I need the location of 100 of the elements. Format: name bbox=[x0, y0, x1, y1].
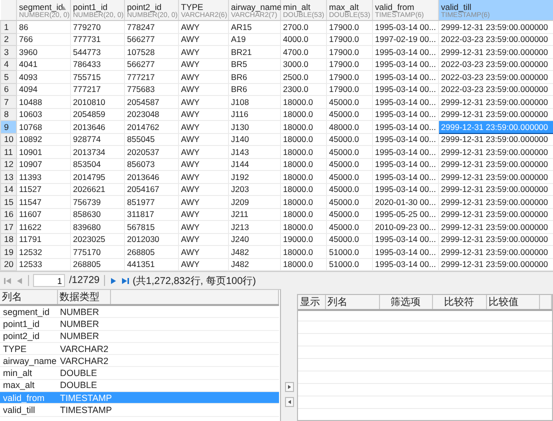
column-name[interactable]: point2_id bbox=[0, 330, 57, 342]
table-cell: J209 bbox=[228, 196, 280, 208]
table-cell: AR15 bbox=[228, 20, 280, 33]
table-cell: 18000.0 bbox=[280, 146, 326, 158]
row-number[interactable]: 3 bbox=[0, 46, 16, 58]
column-name[interactable]: point1_id bbox=[0, 318, 57, 330]
column-name[interactable]: TYPE bbox=[0, 342, 57, 355]
page-field[interactable]: 1 bbox=[33, 274, 65, 287]
table-cell: 2999-12-31 23:59:00.000000 bbox=[438, 120, 553, 133]
table-cell: 2999-12-31 23:59:00.000000 bbox=[438, 183, 553, 196]
remove-filter-button[interactable] bbox=[284, 397, 294, 407]
column-header[interactable]: 比较符 bbox=[432, 295, 486, 310]
column-header[interactable]: 数据类型 bbox=[57, 290, 110, 305]
row-number[interactable]: 15 bbox=[0, 196, 16, 208]
table-cell: 45000.0 bbox=[326, 183, 372, 196]
table-cell: 45000.0 bbox=[326, 108, 372, 120]
column-name[interactable]: airway_name bbox=[0, 354, 57, 367]
column-type[interactable]: DOUBLE bbox=[57, 366, 110, 380]
column-type[interactable]: NUMBER bbox=[57, 305, 110, 318]
row-number[interactable]: 2 bbox=[0, 33, 16, 46]
table-cell: 851977 bbox=[124, 196, 178, 208]
table-cell: 4700.0 bbox=[280, 46, 326, 58]
table-cell: J482 bbox=[228, 246, 280, 258]
row-number[interactable]: 9 bbox=[0, 120, 16, 133]
column-type[interactable]: TIMESTAMP bbox=[57, 404, 110, 416]
table-cell: 11547 bbox=[16, 196, 70, 208]
table-cell: 1997-02-19 00... bbox=[372, 33, 438, 46]
table-cell: 858630 bbox=[70, 208, 124, 220]
table-cell: 19000.0 bbox=[280, 233, 326, 246]
row-number[interactable]: 14 bbox=[0, 183, 16, 196]
table-cell: 45000.0 bbox=[326, 208, 372, 220]
table-cell: 1995-03-14 00... bbox=[372, 83, 438, 96]
column-name[interactable]: valid_till bbox=[0, 404, 57, 416]
table-cell: 1995-03-14 00... bbox=[372, 20, 438, 33]
table-cell: 12532 bbox=[16, 246, 70, 258]
column-type[interactable]: NUMBER bbox=[57, 330, 110, 342]
table-cell: 4093 bbox=[16, 70, 70, 83]
table-cell: 268805 bbox=[70, 258, 124, 270]
table-cell: 1995-03-14 00... bbox=[372, 146, 438, 158]
table-cell: 17900.0 bbox=[326, 46, 372, 58]
table-cell: 45000.0 bbox=[326, 158, 372, 170]
column-header[interactable]: 筛选项 bbox=[379, 295, 432, 310]
row-number[interactable]: 1 bbox=[0, 20, 16, 33]
table-cell: 311817 bbox=[124, 208, 178, 220]
table-cell: 2013734 bbox=[70, 146, 124, 158]
row-number[interactable]: 18 bbox=[0, 233, 16, 246]
table-cell: 2300.0 bbox=[280, 83, 326, 96]
column-header[interactable]: 显示 bbox=[298, 295, 325, 310]
table-cell: 856073 bbox=[124, 158, 178, 170]
row-number[interactable]: 19 bbox=[0, 246, 16, 258]
row-number[interactable]: 8 bbox=[0, 108, 16, 120]
column-type[interactable]: VARCHAR2 bbox=[57, 342, 110, 355]
table-cell: 3960 bbox=[16, 46, 70, 58]
row-number[interactable]: 13 bbox=[0, 170, 16, 183]
row-number[interactable]: 16 bbox=[0, 208, 16, 220]
row-number[interactable]: 17 bbox=[0, 220, 16, 233]
table-cell: 10603 bbox=[16, 108, 70, 120]
table-cell: 3000.0 bbox=[280, 58, 326, 70]
table-cell: 1995-03-14 00... bbox=[372, 258, 438, 270]
table-cell: 777217 bbox=[124, 70, 178, 83]
table-cell: 1995-03-14 00... bbox=[372, 233, 438, 246]
column-header[interactable]: 比较值 bbox=[486, 295, 539, 310]
column-type[interactable]: NUMBER bbox=[57, 318, 110, 330]
table-cell: 1995-03-14 00... bbox=[372, 170, 438, 183]
table-cell: 11607 bbox=[16, 208, 70, 220]
table-cell: 45000.0 bbox=[326, 96, 372, 108]
table-cell: 2020537 bbox=[124, 146, 178, 158]
column-name[interactable]: segment_id bbox=[0, 305, 57, 318]
row-number[interactable]: 20 bbox=[0, 258, 16, 270]
table-cell: 2012030 bbox=[124, 233, 178, 246]
table-cell: AWY bbox=[178, 233, 228, 246]
table-cell: AWY bbox=[178, 120, 228, 133]
row-number[interactable]: 11 bbox=[0, 146, 16, 158]
row-number[interactable]: 4 bbox=[0, 58, 16, 70]
table-cell: J211 bbox=[228, 208, 280, 220]
column-type[interactable]: VARCHAR2 bbox=[57, 354, 110, 367]
table-cell: J192 bbox=[228, 170, 280, 183]
table-cell: 1995-03-14 00... bbox=[372, 46, 438, 58]
table-cell: 1995-03-14 00... bbox=[372, 158, 438, 170]
table-cell: 18000.0 bbox=[280, 170, 326, 183]
column-header[interactable]: 列名 bbox=[325, 295, 379, 310]
table-cell: 756739 bbox=[70, 196, 124, 208]
table-cell: 17900.0 bbox=[326, 33, 372, 46]
row-number[interactable]: 10 bbox=[0, 133, 16, 146]
table-cell: 2014762 bbox=[124, 120, 178, 133]
column-name[interactable]: min_alt bbox=[0, 366, 57, 380]
row-number[interactable]: 7 bbox=[0, 96, 16, 108]
table-cell: 777217 bbox=[70, 83, 124, 96]
table-cell: 786433 bbox=[70, 58, 124, 70]
row-number[interactable]: 12 bbox=[0, 158, 16, 170]
row-number[interactable]: 6 bbox=[0, 83, 16, 96]
next-page-icon[interactable] bbox=[108, 276, 117, 284]
column-header[interactable]: 列名 bbox=[0, 290, 57, 305]
add-filter-button[interactable] bbox=[284, 382, 294, 392]
table-cell: 1995-05-25 00... bbox=[372, 208, 438, 220]
table-cell: AWY bbox=[178, 70, 228, 83]
last-page-icon[interactable] bbox=[120, 276, 129, 284]
table-cell: 2010-09-23 00... bbox=[372, 220, 438, 233]
row-number[interactable]: 5 bbox=[0, 70, 16, 83]
table-cell: 2026621 bbox=[70, 183, 124, 196]
